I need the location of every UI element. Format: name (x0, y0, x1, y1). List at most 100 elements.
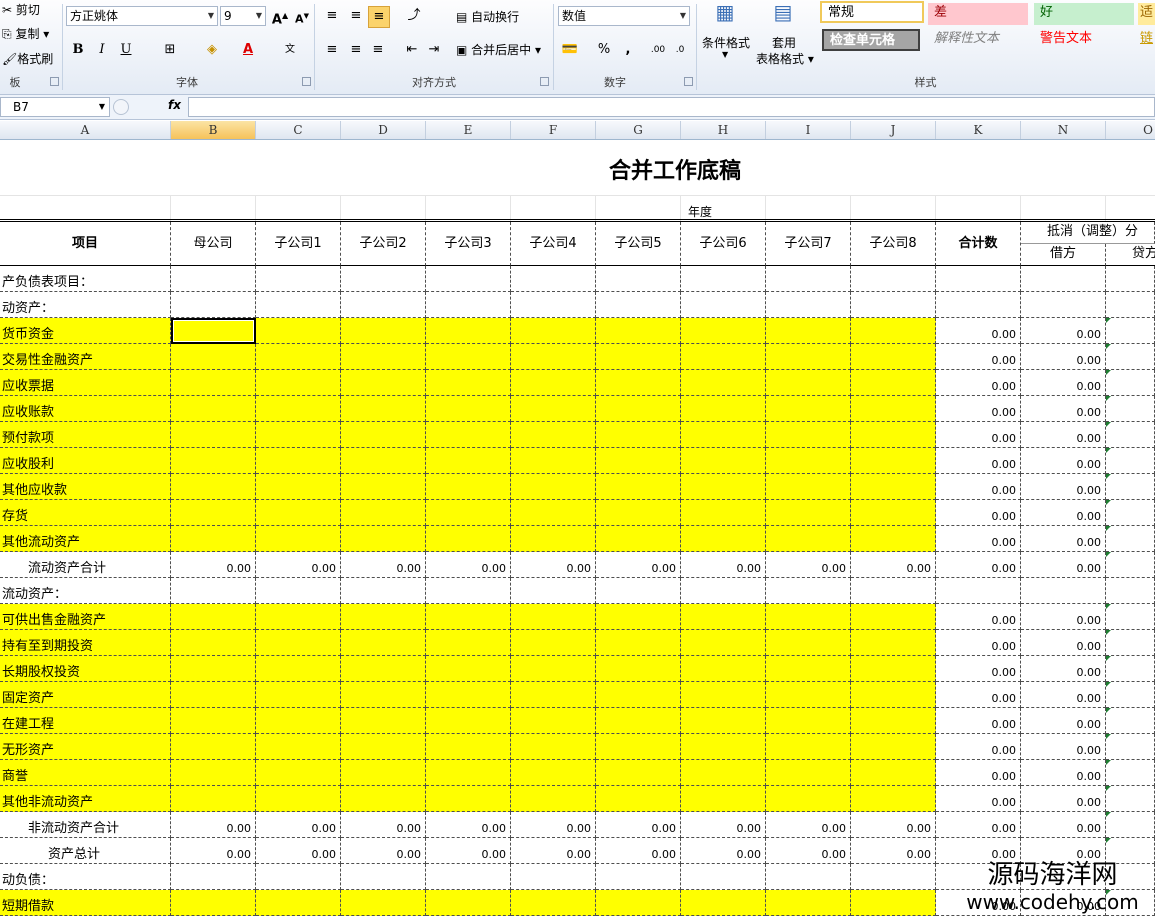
data-cell[interactable] (511, 682, 596, 708)
data-cell[interactable] (596, 734, 681, 760)
data-cell[interactable] (511, 786, 596, 812)
column-header-i[interactable]: I (766, 121, 851, 139)
data-cell[interactable] (426, 864, 511, 890)
data-cell[interactable] (851, 734, 936, 760)
credit-cell[interactable] (1106, 344, 1155, 370)
data-cell[interactable]: 0.00 (426, 838, 511, 864)
data-cell[interactable] (171, 734, 256, 760)
debit-cell[interactable]: 0.00 (1021, 344, 1106, 370)
data-cell[interactable]: 0.00 (596, 838, 681, 864)
row-label[interactable]: 货币资金 (0, 318, 171, 344)
data-cell[interactable]: 0.00 (256, 838, 341, 864)
header-company[interactable]: 子公司2 (341, 222, 426, 266)
data-cell[interactable] (426, 604, 511, 630)
row-label[interactable]: 固定资产 (0, 682, 171, 708)
data-cell[interactable] (426, 448, 511, 474)
data-cell[interactable] (766, 708, 851, 734)
data-cell[interactable] (256, 656, 341, 682)
total-cell[interactable]: 0.00 (936, 448, 1021, 474)
data-cell[interactable] (851, 656, 936, 682)
total-cell[interactable]: 0.00 (936, 344, 1021, 370)
data-cell[interactable] (851, 604, 936, 630)
row-label[interactable]: 长期股权投资 (0, 656, 171, 682)
data-cell[interactable] (596, 604, 681, 630)
data-cell[interactable] (511, 734, 596, 760)
data-cell[interactable] (851, 448, 936, 474)
header-company[interactable]: 子公司4 (511, 222, 596, 266)
total-cell[interactable]: 0.00 (936, 474, 1021, 500)
column-header-b[interactable]: B (171, 121, 256, 139)
data-cell[interactable] (851, 890, 936, 916)
data-cell[interactable] (596, 864, 681, 890)
data-cell[interactable] (256, 292, 341, 318)
row-label[interactable]: 流动资产合计 (0, 552, 171, 578)
data-cell[interactable] (511, 890, 596, 916)
debit-cell[interactable]: 0.00 (1021, 500, 1106, 526)
data-cell[interactable] (766, 422, 851, 448)
data-cell[interactable] (766, 656, 851, 682)
data-cell[interactable] (596, 578, 681, 604)
data-cell[interactable] (341, 448, 426, 474)
debit-cell[interactable]: 0.00 (1021, 708, 1106, 734)
credit-cell[interactable] (1106, 370, 1155, 396)
debit-cell[interactable]: 0.00 (1021, 682, 1106, 708)
data-cell[interactable] (596, 292, 681, 318)
data-cell[interactable] (171, 604, 256, 630)
data-cell[interactable] (851, 318, 936, 344)
total-cell[interactable]: 0.00 (936, 526, 1021, 552)
data-cell[interactable] (171, 760, 256, 786)
shrink-font-icon[interactable]: A▼ (292, 6, 312, 26)
data-cell[interactable] (256, 500, 341, 526)
data-cell[interactable] (851, 292, 936, 318)
data-cell[interactable]: 0.00 (256, 552, 341, 578)
data-cell[interactable]: 0.00 (426, 812, 511, 838)
credit-cell[interactable] (1106, 760, 1155, 786)
data-cell[interactable] (766, 578, 851, 604)
clipboard-launcher[interactable] (50, 77, 59, 86)
data-cell[interactable]: 0.00 (596, 552, 681, 578)
header-company[interactable]: 子公司3 (426, 222, 511, 266)
data-cell[interactable] (511, 708, 596, 734)
data-cell[interactable] (426, 656, 511, 682)
cut-button[interactable]: ✂ 剪切 (2, 1, 40, 18)
row-label[interactable]: 商誉 (0, 760, 171, 786)
row-label[interactable]: 持有至到期投资 (0, 630, 171, 656)
data-cell[interactable]: 0.00 (341, 552, 426, 578)
credit-cell[interactable] (1106, 630, 1155, 656)
data-cell[interactable] (256, 708, 341, 734)
data-cell[interactable] (596, 474, 681, 500)
debit-cell[interactable]: 0.00 (1021, 604, 1106, 630)
data-cell[interactable] (851, 864, 936, 890)
data-cell[interactable] (256, 266, 341, 292)
column-header-h[interactable]: H (681, 121, 766, 139)
data-cell[interactable] (341, 734, 426, 760)
credit-cell[interactable] (1106, 500, 1155, 526)
data-cell[interactable] (766, 734, 851, 760)
data-cell[interactable] (511, 422, 596, 448)
debit-cell[interactable]: 0.00 (1021, 422, 1106, 448)
data-cell[interactable] (681, 344, 766, 370)
row-label[interactable]: 存货 (0, 500, 171, 526)
data-cell[interactable] (766, 448, 851, 474)
data-cell[interactable] (171, 786, 256, 812)
data-cell[interactable] (596, 786, 681, 812)
data-cell[interactable] (511, 578, 596, 604)
row-label[interactable]: 在建工程 (0, 708, 171, 734)
decrease-indent-icon[interactable]: ⇤ (402, 40, 422, 60)
data-cell[interactable] (511, 448, 596, 474)
data-cell[interactable] (511, 630, 596, 656)
data-cell[interactable] (341, 656, 426, 682)
data-cell[interactable] (766, 474, 851, 500)
data-cell[interactable] (426, 370, 511, 396)
data-cell[interactable] (681, 500, 766, 526)
data-cell[interactable] (681, 318, 766, 344)
data-cell[interactable] (681, 474, 766, 500)
increase-indent-icon[interactable]: ⇥ (424, 40, 444, 60)
row-label[interactable]: 交易性金融资产 (0, 344, 171, 370)
header-credit[interactable]: 贷方 (1106, 244, 1155, 266)
debit-cell[interactable]: 0.00 (1021, 786, 1106, 812)
credit-cell[interactable] (1106, 786, 1155, 812)
font-size-dropdown[interactable]: 9 ▼ (220, 6, 266, 26)
data-cell[interactable]: 0.00 (171, 552, 256, 578)
data-cell[interactable] (426, 760, 511, 786)
